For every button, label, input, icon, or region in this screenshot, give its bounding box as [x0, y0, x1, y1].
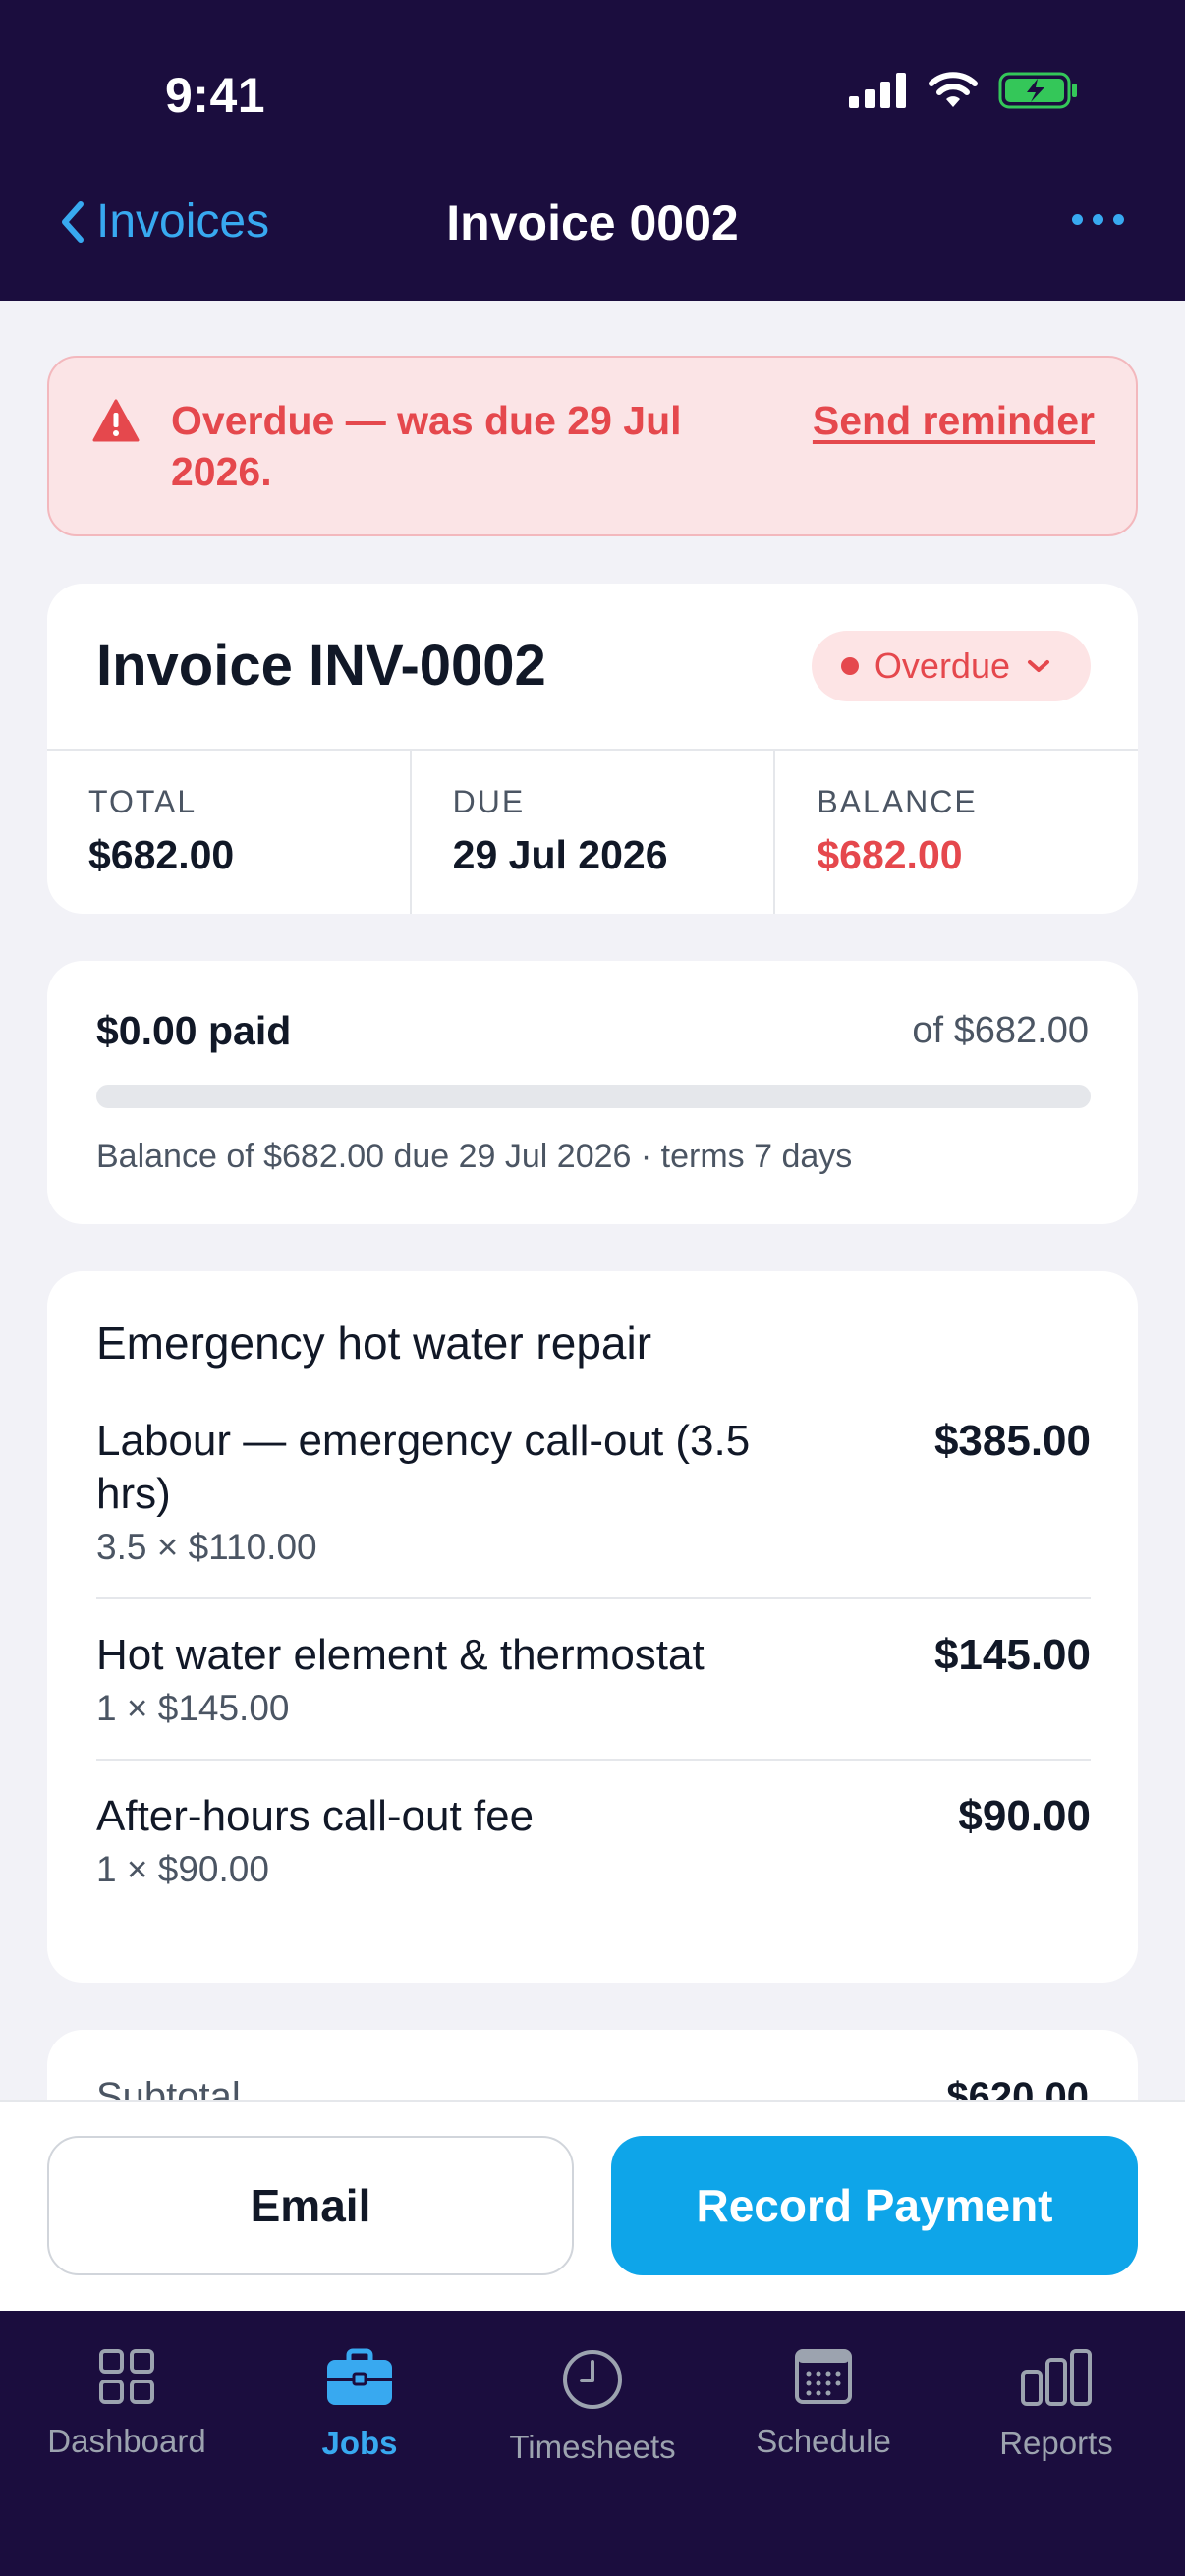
stat-balance: BALANCE $682.00: [775, 751, 1138, 914]
warning-icon: [92, 399, 140, 442]
status-dot-icon: [840, 657, 859, 675]
payment-progress-bar: [96, 1085, 1091, 1108]
grid-icon: [99, 2349, 154, 2404]
stat-due: DUE 29 Jul 2026: [412, 751, 776, 914]
tab-label: Schedule: [756, 2423, 891, 2459]
clock-icon: [563, 2350, 622, 2409]
send-reminder-link[interactable]: Send reminder: [813, 395, 1095, 446]
line-item-quantity: 1 × $90.00: [96, 1849, 269, 1889]
briefcase-icon: [327, 2348, 392, 2405]
tab-label: Reports: [999, 2425, 1113, 2461]
email-button[interactable]: Email: [47, 2136, 574, 2275]
payment-note: Balance of $682.00 due 29 Jul 2026 · ter…: [96, 1138, 853, 1175]
line-item[interactable]: Labour — emergency call-out (3.5 hrs) 3.…: [96, 1415, 1091, 1599]
header: 9:41 Invoices Invoice 0002: [0, 0, 1185, 301]
alert-message: Overdue — was due 29 Jul 2026.: [171, 398, 682, 494]
stat-value: 29 Jul 2026: [452, 832, 668, 877]
line-item-name: Labour — emergency call-out (3.5 hrs): [96, 1417, 751, 1518]
line-item[interactable]: After-hours call-out fee 1 × $90.00 $90.…: [96, 1790, 1091, 1920]
paid-amount: $0.00 paid: [96, 1008, 292, 1053]
line-item-amount: $385.00: [933, 1417, 1091, 1465]
action-bar: Email Record Payment: [0, 2100, 1185, 2311]
tab-label: Jobs: [321, 2425, 398, 2461]
invoice-stats: TOTAL $682.00 DUE 29 Jul 2026 BALANCE $6…: [47, 749, 1138, 914]
overdue-alert: Overdue — was due 29 Jul 2026. Send remi…: [47, 356, 1138, 536]
line-item-name: After-hours call-out fee: [96, 1792, 535, 1840]
stat-label: DUE: [452, 784, 526, 819]
status-label: Overdue: [874, 645, 1010, 686]
line-items-list: Labour — emergency call-out (3.5 hrs) 3.…: [96, 1415, 1091, 1920]
line-item-quantity: 3.5 × $110.00: [96, 1527, 317, 1567]
battery-icon: [998, 72, 1077, 109]
line-item-quantity: 1 × $145.00: [96, 1688, 290, 1728]
job-title: Emergency hot water repair: [96, 1317, 652, 1369]
total-amount: of $682.00: [912, 1010, 1089, 1051]
status-bar-icons: [849, 71, 1079, 110]
more-dot-icon: [1113, 214, 1124, 225]
wifi-icon: [929, 72, 978, 107]
stat-value: $682.00: [817, 832, 963, 877]
tab-bar: Dashboard Jobs Timesheets Schedule Repor…: [0, 2311, 1185, 2576]
tab-timesheets[interactable]: Timesheets: [484, 2348, 701, 2466]
tab-reports[interactable]: Reports: [948, 2348, 1164, 2462]
status-bar-time: 9:41: [165, 68, 266, 123]
stat-total: TOTAL $682.00: [47, 751, 412, 914]
line-item-amount: $145.00: [933, 1631, 1091, 1679]
more-options-button[interactable]: [1072, 214, 1124, 225]
line-item-name: Hot water element & thermostat: [96, 1631, 705, 1679]
tab-schedule[interactable]: Schedule: [715, 2348, 931, 2460]
record-payment-button[interactable]: Record Payment: [611, 2136, 1138, 2275]
stat-label: BALANCE: [817, 784, 978, 819]
invoice-title: Invoice INV-0002: [96, 634, 546, 698]
line-item[interactable]: Hot water element & thermostat 1 × $145.…: [96, 1629, 1091, 1761]
chevron-down-icon: [1028, 660, 1049, 672]
more-dot-icon: [1093, 214, 1103, 225]
stat-value: $682.00: [88, 832, 235, 877]
cellular-signal-icon: [849, 73, 906, 108]
more-dot-icon: [1072, 214, 1083, 225]
page-title: Invoice 0002: [446, 196, 739, 251]
invoice-summary-card: Invoice INV-0002 Overdue TOTAL $682.00 D…: [47, 584, 1138, 914]
bar-chart-icon: [1021, 2349, 1092, 2406]
calendar-icon: [795, 2349, 852, 2404]
status-dropdown[interactable]: Overdue: [811, 631, 1091, 701]
line-item-amount: $90.00: [958, 1792, 1091, 1840]
tab-dashboard[interactable]: Dashboard: [19, 2348, 235, 2460]
tab-jobs[interactable]: Jobs: [252, 2348, 468, 2462]
line-items-card: Emergency hot water repair Labour — emer…: [47, 1271, 1138, 1983]
tab-label: Timesheets: [509, 2429, 676, 2465]
tab-label: Dashboard: [47, 2423, 206, 2459]
stat-label: TOTAL: [88, 784, 198, 819]
nav-bar: Invoices Invoice 0002: [0, 187, 1185, 265]
payment-progress-card: $0.00 paid of $682.00 Balance of $682.00…: [47, 961, 1138, 1224]
